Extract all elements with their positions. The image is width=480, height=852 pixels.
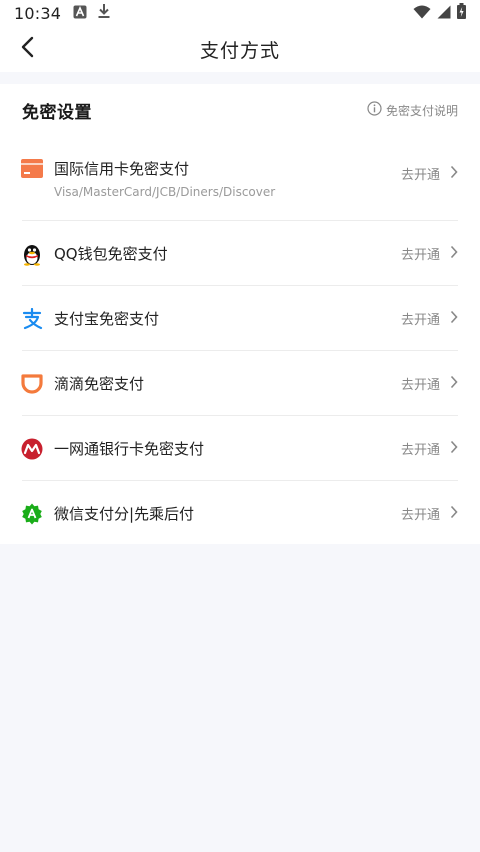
chevron-right-icon <box>450 245 458 263</box>
cmb-bank-icon <box>20 437 44 461</box>
enable-label: 去开通 <box>400 508 440 523</box>
method-text: 支付宝免密支付 <box>54 308 159 329</box>
enable-link[interactable]: 去开通 <box>401 439 458 458</box>
method-subtitle: Visa/MasterCard/JCB/Diners/Discover <box>54 185 276 199</box>
section-title: 免密设置 <box>22 102 92 123</box>
info-icon <box>367 101 382 119</box>
method-text: 一网通银行卡免密支付 <box>54 438 204 459</box>
status-time: 10:34 <box>14 3 62 23</box>
method-title: 滴滴免密支付 <box>54 375 145 393</box>
chevron-right-icon <box>450 375 458 393</box>
enable-label: 去开通 <box>400 313 440 328</box>
chevron-right-icon <box>450 440 458 458</box>
status-left-icons <box>73 3 111 23</box>
enable-label: 去开通 <box>400 443 440 458</box>
app-header: 支付方式 <box>0 26 480 72</box>
credit-card-icon <box>20 157 44 181</box>
download-icon <box>97 3 111 23</box>
wechat-pay-score-icon <box>20 502 44 526</box>
back-button[interactable] <box>14 36 40 62</box>
header-gap <box>0 72 480 84</box>
method-item-didi[interactable]: 滴滴免密支付 去开通 <box>0 351 480 416</box>
method-title: 一网通银行卡免密支付 <box>54 440 205 458</box>
method-text: 微信支付分|先乘后付 <box>54 503 194 524</box>
method-title: 国际信用卡免密支付 <box>54 160 190 178</box>
method-title: 微信支付分|先乘后付 <box>54 505 195 523</box>
help-link-label: 免密支付说明 <box>385 103 458 118</box>
back-arrow-icon <box>20 36 34 62</box>
enable-link[interactable]: 去开通 <box>401 504 458 523</box>
status-bar: 10:34 <box>0 0 480 26</box>
method-item-alipay[interactable]: 支付宝免密支付 去开通 <box>0 286 480 351</box>
method-item-cmb-bank[interactable]: 一网通银行卡免密支付 去开通 <box>0 416 480 481</box>
method-title: 支付宝免密支付 <box>54 310 160 328</box>
enable-link[interactable]: 去开通 <box>401 374 458 393</box>
method-text: 滴滴免密支付 <box>54 373 144 394</box>
section-header: 免密设置 免密支付说明 <box>0 84 480 136</box>
chevron-right-icon <box>450 310 458 328</box>
didi-icon <box>20 372 44 396</box>
cellular-signal-icon <box>437 4 451 23</box>
enable-link[interactable]: 去开通 <box>401 309 458 328</box>
qq-penguin-icon <box>20 242 44 266</box>
method-text: QQ钱包免密支付 <box>54 243 168 264</box>
enable-label: 去开通 <box>400 248 440 263</box>
method-title: QQ钱包免密支付 <box>54 245 168 263</box>
page-title: 支付方式 <box>199 39 280 62</box>
status-right-icons <box>413 3 466 23</box>
method-item-qq-wallet[interactable]: QQ钱包免密支付 去开通 <box>0 221 480 286</box>
battery-charging-icon <box>457 3 466 23</box>
chevron-right-icon <box>450 505 458 523</box>
method-item-wechat-pay-score[interactable]: 微信支付分|先乘后付 去开通 <box>0 481 480 546</box>
enable-label: 去开通 <box>400 378 440 393</box>
enable-link[interactable]: 去开通 <box>401 164 458 183</box>
chevron-right-icon <box>450 165 458 183</box>
payment-methods-card: 免密设置 免密支付说明 国际信用卡免密支付 Visa/MasterCard/JC… <box>0 84 480 544</box>
wifi-icon <box>413 4 431 23</box>
alipay-icon <box>20 307 44 331</box>
font-notification-icon <box>73 4 87 23</box>
method-item-international-card[interactable]: 国际信用卡免密支付 Visa/MasterCard/JCB/Diners/Dis… <box>0 136 480 221</box>
method-list: 国际信用卡免密支付 Visa/MasterCard/JCB/Diners/Dis… <box>0 136 480 546</box>
enable-label: 去开通 <box>400 168 440 183</box>
help-link[interactable]: 免密支付说明 <box>367 101 458 119</box>
method-text: 国际信用卡免密支付 Visa/MasterCard/JCB/Diners/Dis… <box>54 158 275 199</box>
enable-link[interactable]: 去开通 <box>401 244 458 263</box>
